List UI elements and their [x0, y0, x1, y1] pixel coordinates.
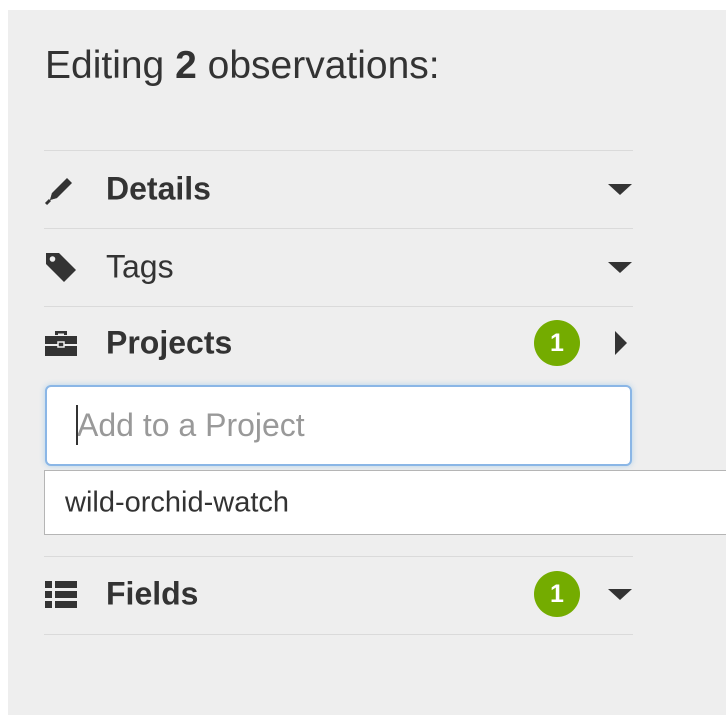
project-suggestion-item[interactable]: wild-orchid-watch	[44, 470, 726, 535]
section-projects[interactable]: Projects 1	[44, 305, 633, 381]
title-suffix: observations:	[207, 44, 440, 87]
chevron-right-icon[interactable]	[607, 330, 633, 356]
tag-icon	[44, 250, 78, 284]
section-fields[interactable]: Fields 1	[44, 556, 633, 632]
count-badge: 1	[534, 571, 580, 617]
section-label: Projects	[106, 324, 233, 361]
briefcase-icon	[44, 326, 78, 360]
title-prefix: Editing	[45, 44, 165, 87]
section-tags[interactable]: Tags	[44, 229, 633, 305]
pencil-icon	[44, 172, 78, 206]
suggestion-label: wild-orchid-watch	[65, 486, 290, 518]
project-search-input[interactable]	[45, 385, 632, 466]
section-label: Tags	[106, 248, 174, 285]
chevron-down-icon[interactable]	[607, 581, 633, 607]
chevron-down-icon[interactable]	[607, 254, 633, 280]
section-label: Fields	[106, 575, 199, 612]
divider	[44, 634, 633, 635]
section-label: Details	[106, 170, 211, 207]
section-details[interactable]: Details	[44, 151, 633, 227]
page-title: Editing 2 observations:	[45, 44, 440, 88]
list-icon	[44, 577, 78, 611]
chevron-down-icon[interactable]	[607, 176, 633, 202]
count-badge: 1	[534, 320, 580, 366]
text-cursor	[76, 405, 78, 445]
observation-count: 2	[175, 44, 197, 87]
